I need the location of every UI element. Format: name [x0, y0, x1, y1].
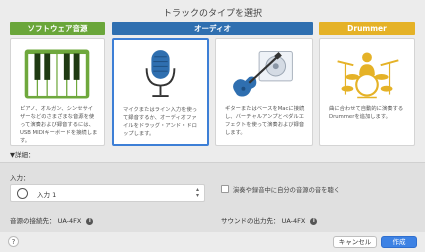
guitar-icon [233, 50, 293, 97]
input-select[interactable]: 入力 1 ▴ ▾ [10, 184, 205, 202]
tile-description: マイクまたはライン入力を使って録音するか、オーディオファイルをドラッグ・アンド・… [123, 107, 198, 137]
output-device-label: サウンドの出力先： [221, 217, 280, 225]
tile-drummer[interactable]: 曲に合わせて自動的に演奏するDrummerを追加します。 [319, 38, 415, 146]
dialog-title: トラックのタイプを選択 [162, 9, 262, 19]
piano-keyboard-icon [24, 49, 90, 99]
input-label: 入力： [10, 174, 30, 182]
microphone-icon [145, 50, 176, 98]
category-software-instrument: ソフトウェア音源 [10, 22, 105, 35]
tile-software-instrument[interactable]: ピアノ、オルガン、シンセサイザーなどのさまざまな音源を使って演奏および録音するに… [10, 38, 105, 146]
monitor-checkbox-label: 演奏や録音中に自分の音源の音を聴く [233, 187, 341, 194]
tile-description: 曲に合わせて自動的に演奏するDrummerを追加します。 [329, 106, 404, 120]
details-disclosure[interactable]: ▼詳細： [10, 149, 35, 159]
chevron-up-down-icon: ▴ ▾ [195, 186, 199, 199]
monitor-checkbox[interactable] [221, 185, 229, 193]
input-device-row: 音源の接続先： UA-4FX i [10, 215, 94, 225]
cancel-button[interactable]: キャンセル [333, 236, 377, 248]
drum-kit-icon [337, 52, 399, 99]
input-device-value: UA-4FX [57, 217, 82, 225]
output-device-row: サウンドの出力先： UA-4FX i [221, 215, 318, 225]
info-icon[interactable]: i [86, 217, 94, 225]
tile-description: ギターまたはベースをMacに接続し、バーチャルアンプとペダルエフェクトを使って演… [225, 106, 305, 136]
tile-description: ピアノ、オルガン、シンセサイザーなどのさまざまな音源を使って演奏および録音するに… [20, 106, 98, 144]
input-device-label: 音源の接続先： [10, 217, 56, 225]
category-drummer: Drummer [319, 22, 415, 35]
tile-microphone[interactable]: マイクまたはライン入力を使って録音するか、オーディオファイルをドラッグ・アンド・… [112, 38, 209, 146]
info-icon[interactable]: i [310, 217, 318, 225]
input-channel-icon [17, 188, 28, 199]
category-audio: オーディオ [112, 22, 313, 35]
tile-guitar-bass[interactable]: ギターまたはベースをMacに接続し、バーチャルアンプとペダルエフェクトを使って演… [215, 38, 313, 146]
input-value: 入力 1 [37, 191, 57, 199]
help-button[interactable]: ? [8, 236, 19, 247]
output-device-value: UA-4FX [281, 217, 306, 225]
create-button[interactable]: 作成 [381, 236, 417, 248]
